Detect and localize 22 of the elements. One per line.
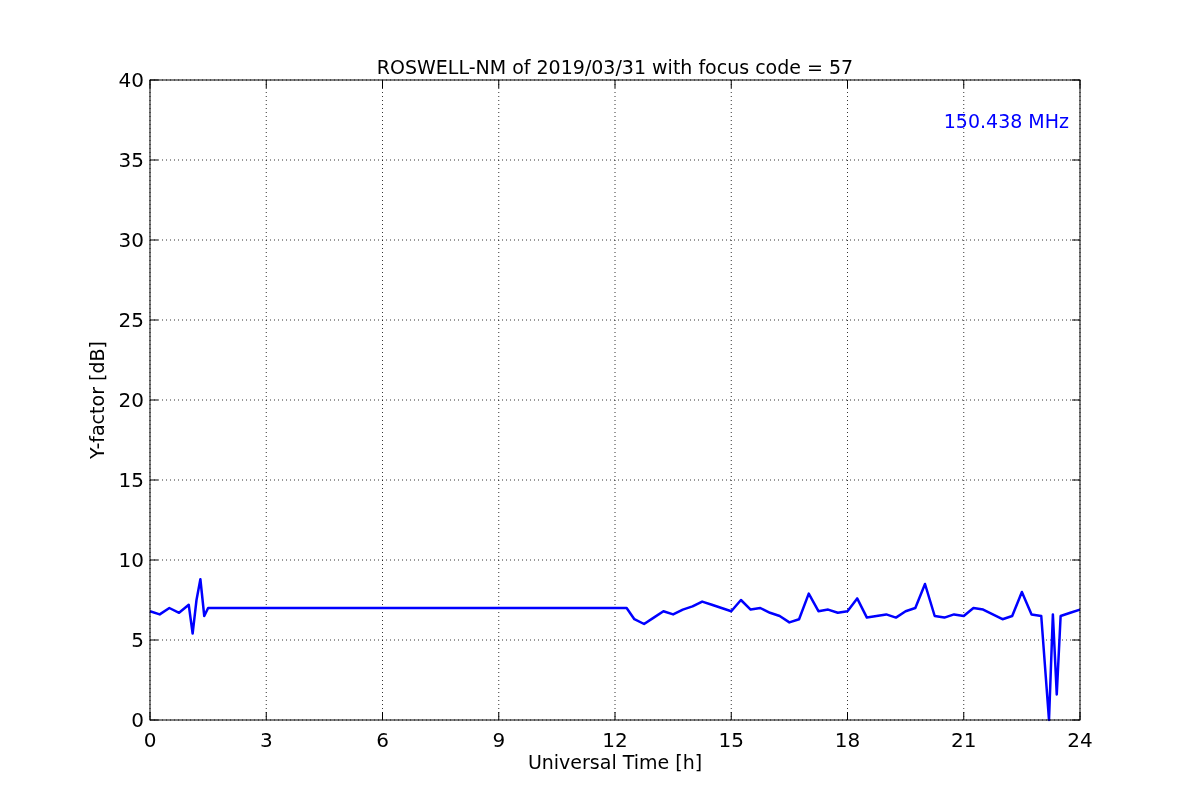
x-tick-label: 3 [259, 728, 273, 752]
y-tick-label: 35 [118, 148, 144, 172]
x-tick-label: 24 [1067, 728, 1093, 752]
x-tick-label: 15 [718, 728, 744, 752]
x-tick-label: 18 [834, 728, 861, 752]
x-tick-label: 12 [602, 728, 628, 752]
y-tick-label: 30 [118, 228, 144, 252]
y-tick-label: 0 [131, 708, 144, 732]
x-tick-label: 21 [951, 728, 977, 752]
chart-title: ROSWELL-NM of 2019/03/31 with focus code = 57 [376, 56, 854, 78]
y-axis-label: Y-factor [dB] [86, 341, 108, 459]
x-tick-label: 0 [143, 728, 157, 752]
y-tick-label: 40 [118, 68, 144, 92]
y-tick-label: 10 [118, 548, 144, 572]
x-tick-label: 9 [492, 728, 506, 752]
y-tick-label: 5 [131, 628, 144, 652]
y-tick-label: 15 [118, 468, 144, 492]
frequency-annotation: 150.438 MHz [943, 110, 1069, 132]
y-tick-label: 20 [118, 388, 144, 412]
y-tick-label: 25 [118, 308, 144, 332]
x-axis-label: Universal Time [h] [527, 751, 703, 773]
x-tick-label: 6 [376, 728, 389, 752]
